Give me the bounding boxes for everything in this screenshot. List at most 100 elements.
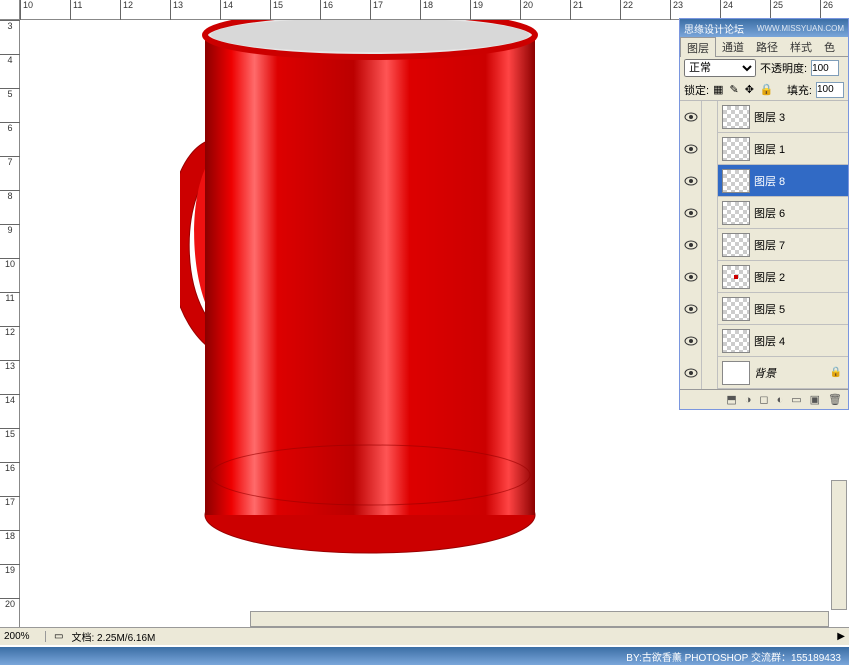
layer-name[interactable]: 图层 3 — [754, 109, 848, 125]
layer-row[interactable]: 图层 8 — [680, 165, 848, 197]
layer-thumbnail[interactable] — [722, 201, 750, 225]
ruler-vertical[interactable]: 34567891011121314151617181920 — [0, 20, 20, 630]
visibility-toggle[interactable] — [680, 325, 702, 357]
layer-name[interactable]: 图层 6 — [754, 205, 848, 221]
layer-thumbnail[interactable] — [722, 137, 750, 161]
layer-thumbnail[interactable] — [722, 297, 750, 321]
ruler-v-tick: 19 — [0, 564, 20, 575]
visibility-toggle[interactable] — [680, 357, 702, 389]
ruler-h-tick: 14 — [220, 0, 233, 20]
ruler-horizontal[interactable]: 1011121314151617181920212223242526 — [20, 0, 849, 20]
ruler-v-tick: 11 — [0, 292, 20, 303]
delete-layer-icon[interactable]: 🗑 — [828, 393, 842, 406]
ruler-v-tick: 14 — [0, 394, 20, 405]
visibility-toggle[interactable] — [680, 101, 702, 133]
layer-name[interactable]: 背景 — [754, 365, 830, 381]
layer-row[interactable]: 图层 3 — [680, 101, 848, 133]
visibility-toggle[interactable] — [680, 133, 702, 165]
link-cell[interactable] — [702, 165, 718, 197]
ruler-v-tick: 3 — [0, 20, 20, 31]
link-cell[interactable] — [702, 357, 718, 389]
layer-row[interactable]: 图层 2 — [680, 261, 848, 293]
layer-thumbnail[interactable] — [722, 329, 750, 353]
adjustment-layer-icon[interactable]: ◐ — [777, 394, 784, 406]
panel-tab-4[interactable]: 色 — [818, 37, 841, 56]
layer-name[interactable]: 图层 5 — [754, 301, 848, 317]
layer-thumbnail[interactable] — [722, 361, 750, 385]
fill-label: 填充: — [787, 82, 812, 98]
ruler-h-tick: 13 — [170, 0, 183, 20]
link-cell[interactable] — [702, 101, 718, 133]
visibility-toggle[interactable] — [680, 261, 702, 293]
ruler-h-tick: 23 — [670, 0, 683, 20]
layer-row[interactable]: 图层 1 — [680, 133, 848, 165]
layer-mask-icon[interactable]: ◻ — [759, 393, 768, 406]
link-cell[interactable] — [702, 229, 718, 261]
panel-titlebar[interactable]: 思缘设计论坛 WWW.MISSYUAN.COM — [680, 19, 848, 37]
layer-row[interactable]: 图层 7 — [680, 229, 848, 261]
ruler-h-tick: 19 — [470, 0, 483, 20]
lock-paint-icon[interactable]: ✎ — [729, 83, 738, 96]
ruler-h-tick: 20 — [520, 0, 533, 20]
new-layer-icon[interactable]: ▣ — [810, 393, 820, 406]
ruler-v-tick: 18 — [0, 530, 20, 541]
panel-tab-3[interactable]: 样式 — [784, 37, 818, 56]
ruler-h-tick: 17 — [370, 0, 383, 20]
panel-tab-1[interactable]: 通道 — [716, 37, 750, 56]
panel-tab-2[interactable]: 路径 — [750, 37, 784, 56]
layer-style-icon[interactable]: ◑ — [745, 394, 752, 406]
fill-input[interactable] — [816, 82, 844, 98]
blend-mode-select[interactable]: 正常 — [684, 59, 756, 77]
layer-name[interactable]: 图层 1 — [754, 141, 848, 157]
lock-all-icon[interactable]: 🔒 — [760, 83, 774, 96]
new-group-icon[interactable]: ▭ — [791, 393, 801, 406]
lock-fill-row: 锁定: ▦ ✎ ✥ 🔒 填充: — [680, 79, 848, 101]
visibility-toggle[interactable] — [680, 197, 702, 229]
visibility-toggle[interactable] — [680, 229, 702, 261]
layer-thumbnail[interactable] — [722, 169, 750, 193]
ruler-v-tick: 13 — [0, 360, 20, 371]
visibility-toggle[interactable] — [680, 165, 702, 197]
panel-footer: ⬒ ◑ ◻ ◐ ▭ ▣ 🗑 — [680, 389, 848, 409]
link-cell[interactable] — [702, 133, 718, 165]
footer-credit: BY:古欲香薰 PHOTOSHOP 交流群：155189433 — [0, 647, 849, 665]
layer-thumbnail[interactable] — [722, 105, 750, 129]
doc-size-icon[interactable]: ▭ — [54, 631, 63, 642]
layer-row[interactable]: 图层 5 — [680, 293, 848, 325]
layer-thumbnail[interactable] — [722, 265, 750, 289]
layer-name[interactable]: 图层 8 — [754, 173, 848, 189]
lock-transparency-icon[interactable]: ▦ — [713, 83, 723, 96]
link-cell[interactable] — [702, 293, 718, 325]
vertical-scrollbar[interactable] — [831, 480, 847, 610]
ruler-h-tick: 10 — [20, 0, 33, 20]
opacity-input[interactable] — [811, 60, 839, 76]
ruler-h-tick: 24 — [720, 0, 733, 20]
ruler-v-tick: 12 — [0, 326, 20, 337]
ruler-h-tick: 15 — [270, 0, 283, 20]
layer-name[interactable]: 图层 7 — [754, 237, 848, 253]
layer-row[interactable]: 图层 4 — [680, 325, 848, 357]
layer-list: 图层 3 图层 1 图层 8 图层 6 图层 7 图层 2 图层 5 图层 4 背景🔒 — [680, 101, 848, 389]
ruler-h-tick: 12 — [120, 0, 133, 20]
layer-name[interactable]: 图层 2 — [754, 269, 848, 285]
ruler-v-tick: 9 — [0, 224, 20, 235]
link-cell[interactable] — [702, 261, 718, 293]
visibility-toggle[interactable] — [680, 293, 702, 325]
link-cell[interactable] — [702, 197, 718, 229]
layer-thumbnail[interactable] — [722, 233, 750, 257]
layer-row[interactable]: 背景🔒 — [680, 357, 848, 389]
ruler-h-tick: 22 — [620, 0, 633, 20]
lock-position-icon[interactable]: ✥ — [745, 83, 754, 96]
blend-opacity-row: 正常 不透明度: — [680, 57, 848, 79]
layer-name[interactable]: 图层 4 — [754, 333, 848, 349]
link-layers-icon[interactable]: ⬒ — [726, 393, 736, 406]
lock-icon: 🔒 — [830, 367, 842, 378]
layers-panel: 思缘设计论坛 WWW.MISSYUAN.COM 图层通道路径样式色 正常 不透明… — [679, 18, 849, 410]
ruler-origin[interactable] — [0, 0, 20, 20]
zoom-level[interactable]: 200% — [4, 631, 46, 642]
panel-tab-0[interactable]: 图层 — [680, 37, 716, 57]
layer-row[interactable]: 图层 6 — [680, 197, 848, 229]
link-cell[interactable] — [702, 325, 718, 357]
status-menu-icon[interactable]: ▶ — [837, 631, 845, 642]
horizontal-scrollbar[interactable] — [250, 611, 829, 627]
